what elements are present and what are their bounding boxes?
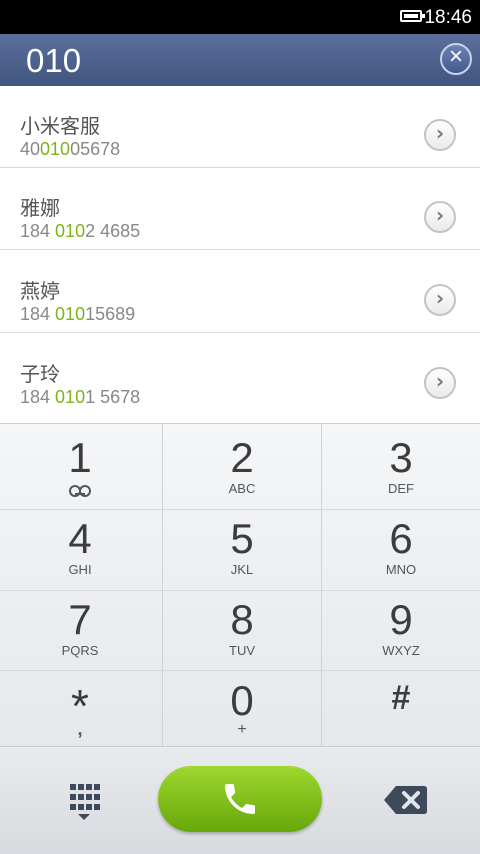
- number-match-highlight: 010: [55, 304, 86, 324]
- key-1[interactable]: 1: [0, 424, 160, 509]
- contact-detail-button[interactable]: ›: [424, 119, 456, 151]
- chevron-right-icon: ›: [435, 203, 445, 227]
- chevron-down-icon: [78, 814, 90, 820]
- contact-number: 184 01015689: [20, 304, 136, 324]
- key-8[interactable]: 8 TUV: [162, 586, 322, 667]
- dial-keypad: 1 2 ABC 3 DEF 4 GHI 5 JKL 6 MNO 7 PQRS 8…: [0, 423, 480, 747]
- call-button[interactable]: [158, 766, 322, 832]
- contact-result[interactable]: 燕婷 184 01015689 ›: [0, 251, 480, 333]
- contact-result[interactable]: 小米客服 4001005678 ›: [0, 86, 480, 168]
- keypad-toggle-button[interactable]: [60, 780, 108, 824]
- key-9[interactable]: 9 WXYZ: [321, 586, 480, 667]
- contact-detail-button[interactable]: ›: [424, 284, 456, 316]
- dialpad-icon: [70, 784, 100, 812]
- key-star[interactable]: * ,: [0, 667, 160, 747]
- contact-result[interactable]: 雅娜 184 0102 4685 ›: [0, 168, 480, 250]
- contact-detail-button[interactable]: ›: [424, 201, 456, 233]
- dial-input-bar: 010 ×: [0, 34, 480, 86]
- key-2[interactable]: 2 ABC: [162, 424, 322, 509]
- key-0[interactable]: 0 +: [162, 667, 322, 747]
- number-match-highlight: 010: [55, 387, 86, 407]
- contact-detail-button[interactable]: ›: [424, 367, 456, 399]
- contact-number: 184 0102 4685: [20, 221, 141, 241]
- key-3[interactable]: 3 DEF: [321, 424, 480, 509]
- backspace-icon: [384, 786, 427, 814]
- contact-name: 小米客服: [20, 114, 100, 138]
- key-7[interactable]: 7 PQRS: [0, 586, 160, 667]
- status-time: 18:46: [424, 7, 472, 28]
- contact-results-list: 小米客服 4001005678 › 雅娜 184 0102 4685 › 燕婷 …: [0, 86, 480, 423]
- contact-name: 子玲: [20, 362, 60, 386]
- close-icon: ×: [448, 43, 463, 70]
- number-match-highlight: 010: [55, 221, 86, 241]
- backspace-button[interactable]: [382, 783, 428, 817]
- chevron-right-icon: ›: [435, 369, 445, 393]
- clear-button[interactable]: ×: [440, 43, 472, 75]
- dialed-number[interactable]: 010: [26, 42, 81, 80]
- battery-icon: [400, 10, 425, 22]
- key-pound[interactable]: #: [321, 667, 480, 747]
- chevron-right-icon: ›: [435, 286, 445, 310]
- contact-name: 雅娜: [20, 196, 60, 220]
- contact-name: 燕婷: [20, 279, 60, 303]
- dialer-action-bar: [0, 746, 480, 854]
- voicemail-icon: [69, 485, 91, 497]
- status-bar: 18:46: [0, 0, 480, 34]
- contact-number: 184 0101 5678: [20, 387, 141, 407]
- key-5[interactable]: 5 JKL: [162, 505, 322, 586]
- key-4[interactable]: 4 GHI: [0, 505, 160, 586]
- number-match-highlight: 010: [40, 139, 71, 159]
- key-6[interactable]: 6 MNO: [321, 505, 480, 586]
- phone-icon: [225, 784, 255, 814]
- contact-result[interactable]: 子玲 184 0101 5678 ›: [0, 334, 480, 416]
- contact-number: 4001005678: [20, 139, 121, 159]
- chevron-right-icon: ›: [435, 121, 445, 145]
